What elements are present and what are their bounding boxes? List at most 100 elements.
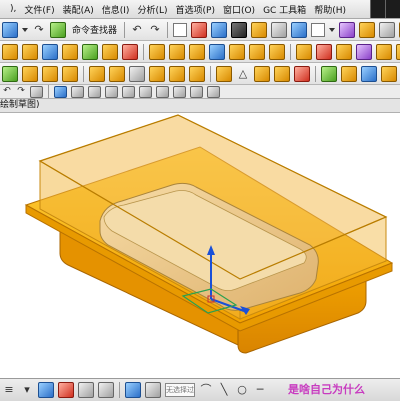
snap-icon[interactable]	[88, 85, 101, 98]
point-icon[interactable]	[145, 382, 161, 398]
surface-icon[interactable]	[169, 65, 185, 82]
chevron-down-icon[interactable]	[22, 27, 28, 32]
filter-icon[interactable]	[38, 382, 54, 398]
thicken-icon[interactable]	[356, 43, 372, 60]
settings-icon[interactable]	[379, 21, 396, 38]
cylinder-icon[interactable]	[22, 65, 38, 82]
mesh-icon[interactable]	[274, 65, 290, 82]
graphics-viewport[interactable]	[0, 113, 400, 378]
shell-icon[interactable]	[249, 43, 265, 60]
selection-filter-field[interactable]: 无选择过滤	[165, 383, 195, 397]
chamfer-icon[interactable]	[229, 43, 245, 60]
orient-icon[interactable]	[291, 21, 308, 38]
chevron-down-icon[interactable]	[329, 27, 336, 32]
snap-icon[interactable]	[207, 85, 220, 98]
line-icon[interactable]	[122, 85, 135, 98]
point-icon[interactable]	[2, 65, 18, 82]
extrude-icon[interactable]	[22, 43, 38, 60]
analysis-icon[interactable]	[381, 65, 397, 82]
curve-icon[interactable]: ↷	[32, 23, 46, 37]
arc-icon[interactable]: ⌒	[199, 383, 213, 397]
line-icon[interactable]	[105, 85, 118, 98]
menu-item-assembly[interactable]: 装配(A)	[59, 3, 98, 16]
chevron-down-icon[interactable]: ▾	[20, 383, 34, 397]
window-control-button[interactable]	[370, 0, 385, 18]
cube-icon[interactable]	[62, 65, 78, 82]
circle-icon[interactable]: ○	[235, 383, 249, 397]
command-finder-button[interactable]: 命令查找器	[72, 23, 117, 36]
menu-item-help[interactable]: 帮助(H)	[310, 3, 350, 16]
pad-icon[interactable]	[122, 43, 138, 60]
separator	[210, 65, 211, 82]
view-icon[interactable]	[271, 21, 288, 38]
menu-item-gc-toolbox[interactable]: GC 工具箱	[259, 3, 310, 16]
snap-icon[interactable]	[58, 382, 74, 398]
hole-icon[interactable]	[62, 43, 78, 60]
analysis-icon[interactable]	[341, 65, 357, 82]
line-icon[interactable]	[173, 85, 186, 98]
surface-icon[interactable]	[189, 65, 205, 82]
menu-item-file[interactable]: 文件(F)	[20, 3, 58, 16]
point-icon[interactable]	[139, 85, 152, 98]
line-icon[interactable]: ─	[253, 383, 267, 397]
shaded-cube-icon[interactable]	[251, 21, 268, 38]
subtract-icon[interactable]	[169, 43, 185, 60]
color-icon[interactable]	[339, 21, 356, 38]
triangle-icon[interactable]: △	[236, 67, 250, 81]
delete-icon[interactable]	[191, 21, 208, 38]
yinyang-icon[interactable]	[231, 21, 248, 38]
menu-item-preferences[interactable]: 首选项(P)	[172, 3, 219, 16]
surface-icon[interactable]	[129, 65, 145, 82]
cube-icon[interactable]	[211, 21, 228, 38]
blend-icon[interactable]	[209, 43, 225, 60]
cube-icon[interactable]	[42, 65, 58, 82]
mesh-icon[interactable]	[254, 65, 270, 82]
point-icon[interactable]	[190, 85, 203, 98]
standard-toolbar: ↷ 命令查找器 ↶ ↷	[0, 19, 400, 41]
offset-icon[interactable]	[336, 43, 352, 60]
trim-icon[interactable]	[296, 43, 312, 60]
window-control-button[interactable]	[385, 0, 400, 18]
fill-icon[interactable]	[2, 21, 18, 38]
check-icon[interactable]	[321, 65, 337, 82]
redo-icon[interactable]: ↷	[148, 23, 162, 37]
curve-icon[interactable]: ↷	[16, 86, 26, 97]
surface-icon[interactable]	[109, 65, 125, 82]
pocket-icon[interactable]	[102, 43, 118, 60]
sketch-bar: 绘制草图)	[0, 99, 400, 113]
analysis-icon[interactable]	[361, 65, 377, 82]
select-box-icon[interactable]	[173, 22, 188, 37]
snap-icon[interactable]	[30, 85, 43, 98]
surface-icon[interactable]	[216, 65, 232, 82]
circle-icon[interactable]	[156, 85, 169, 98]
part-icon[interactable]	[359, 21, 376, 38]
intersect-icon[interactable]	[189, 43, 205, 60]
separator	[119, 382, 120, 398]
menu-item-window[interactable]: 窗口(O)	[219, 3, 259, 16]
draft-icon[interactable]	[269, 43, 285, 60]
command-finder-icon[interactable]	[50, 21, 66, 38]
sketch-icon[interactable]	[2, 43, 18, 60]
revolve-icon[interactable]	[42, 43, 58, 60]
menu-item-info[interactable]: 信息(I)	[98, 3, 134, 16]
boss-icon[interactable]	[82, 43, 98, 60]
grid-icon[interactable]	[125, 382, 141, 398]
snap-icon[interactable]	[71, 85, 84, 98]
split-icon[interactable]	[316, 43, 332, 60]
surface-icon[interactable]	[89, 65, 105, 82]
menu-item-analysis[interactable]: 分析(L)	[133, 3, 171, 16]
mirror-icon[interactable]	[396, 43, 400, 60]
snap-icon[interactable]	[78, 382, 94, 398]
layer-box-icon[interactable]	[311, 22, 326, 37]
mesh-icon[interactable]	[294, 65, 310, 82]
unite-icon[interactable]	[149, 43, 165, 60]
undo-icon[interactable]: ↶	[130, 23, 144, 37]
snap-icon[interactable]	[98, 382, 114, 398]
snap-icon[interactable]	[54, 85, 67, 98]
line-icon[interactable]: ╲	[217, 383, 231, 397]
menu-icon[interactable]: ≡	[2, 383, 16, 397]
pattern-icon[interactable]	[376, 43, 392, 60]
menu-item-partial[interactable]: ),	[0, 4, 20, 14]
surface-icon[interactable]	[149, 65, 165, 82]
curve-icon[interactable]: ↶	[2, 86, 12, 97]
